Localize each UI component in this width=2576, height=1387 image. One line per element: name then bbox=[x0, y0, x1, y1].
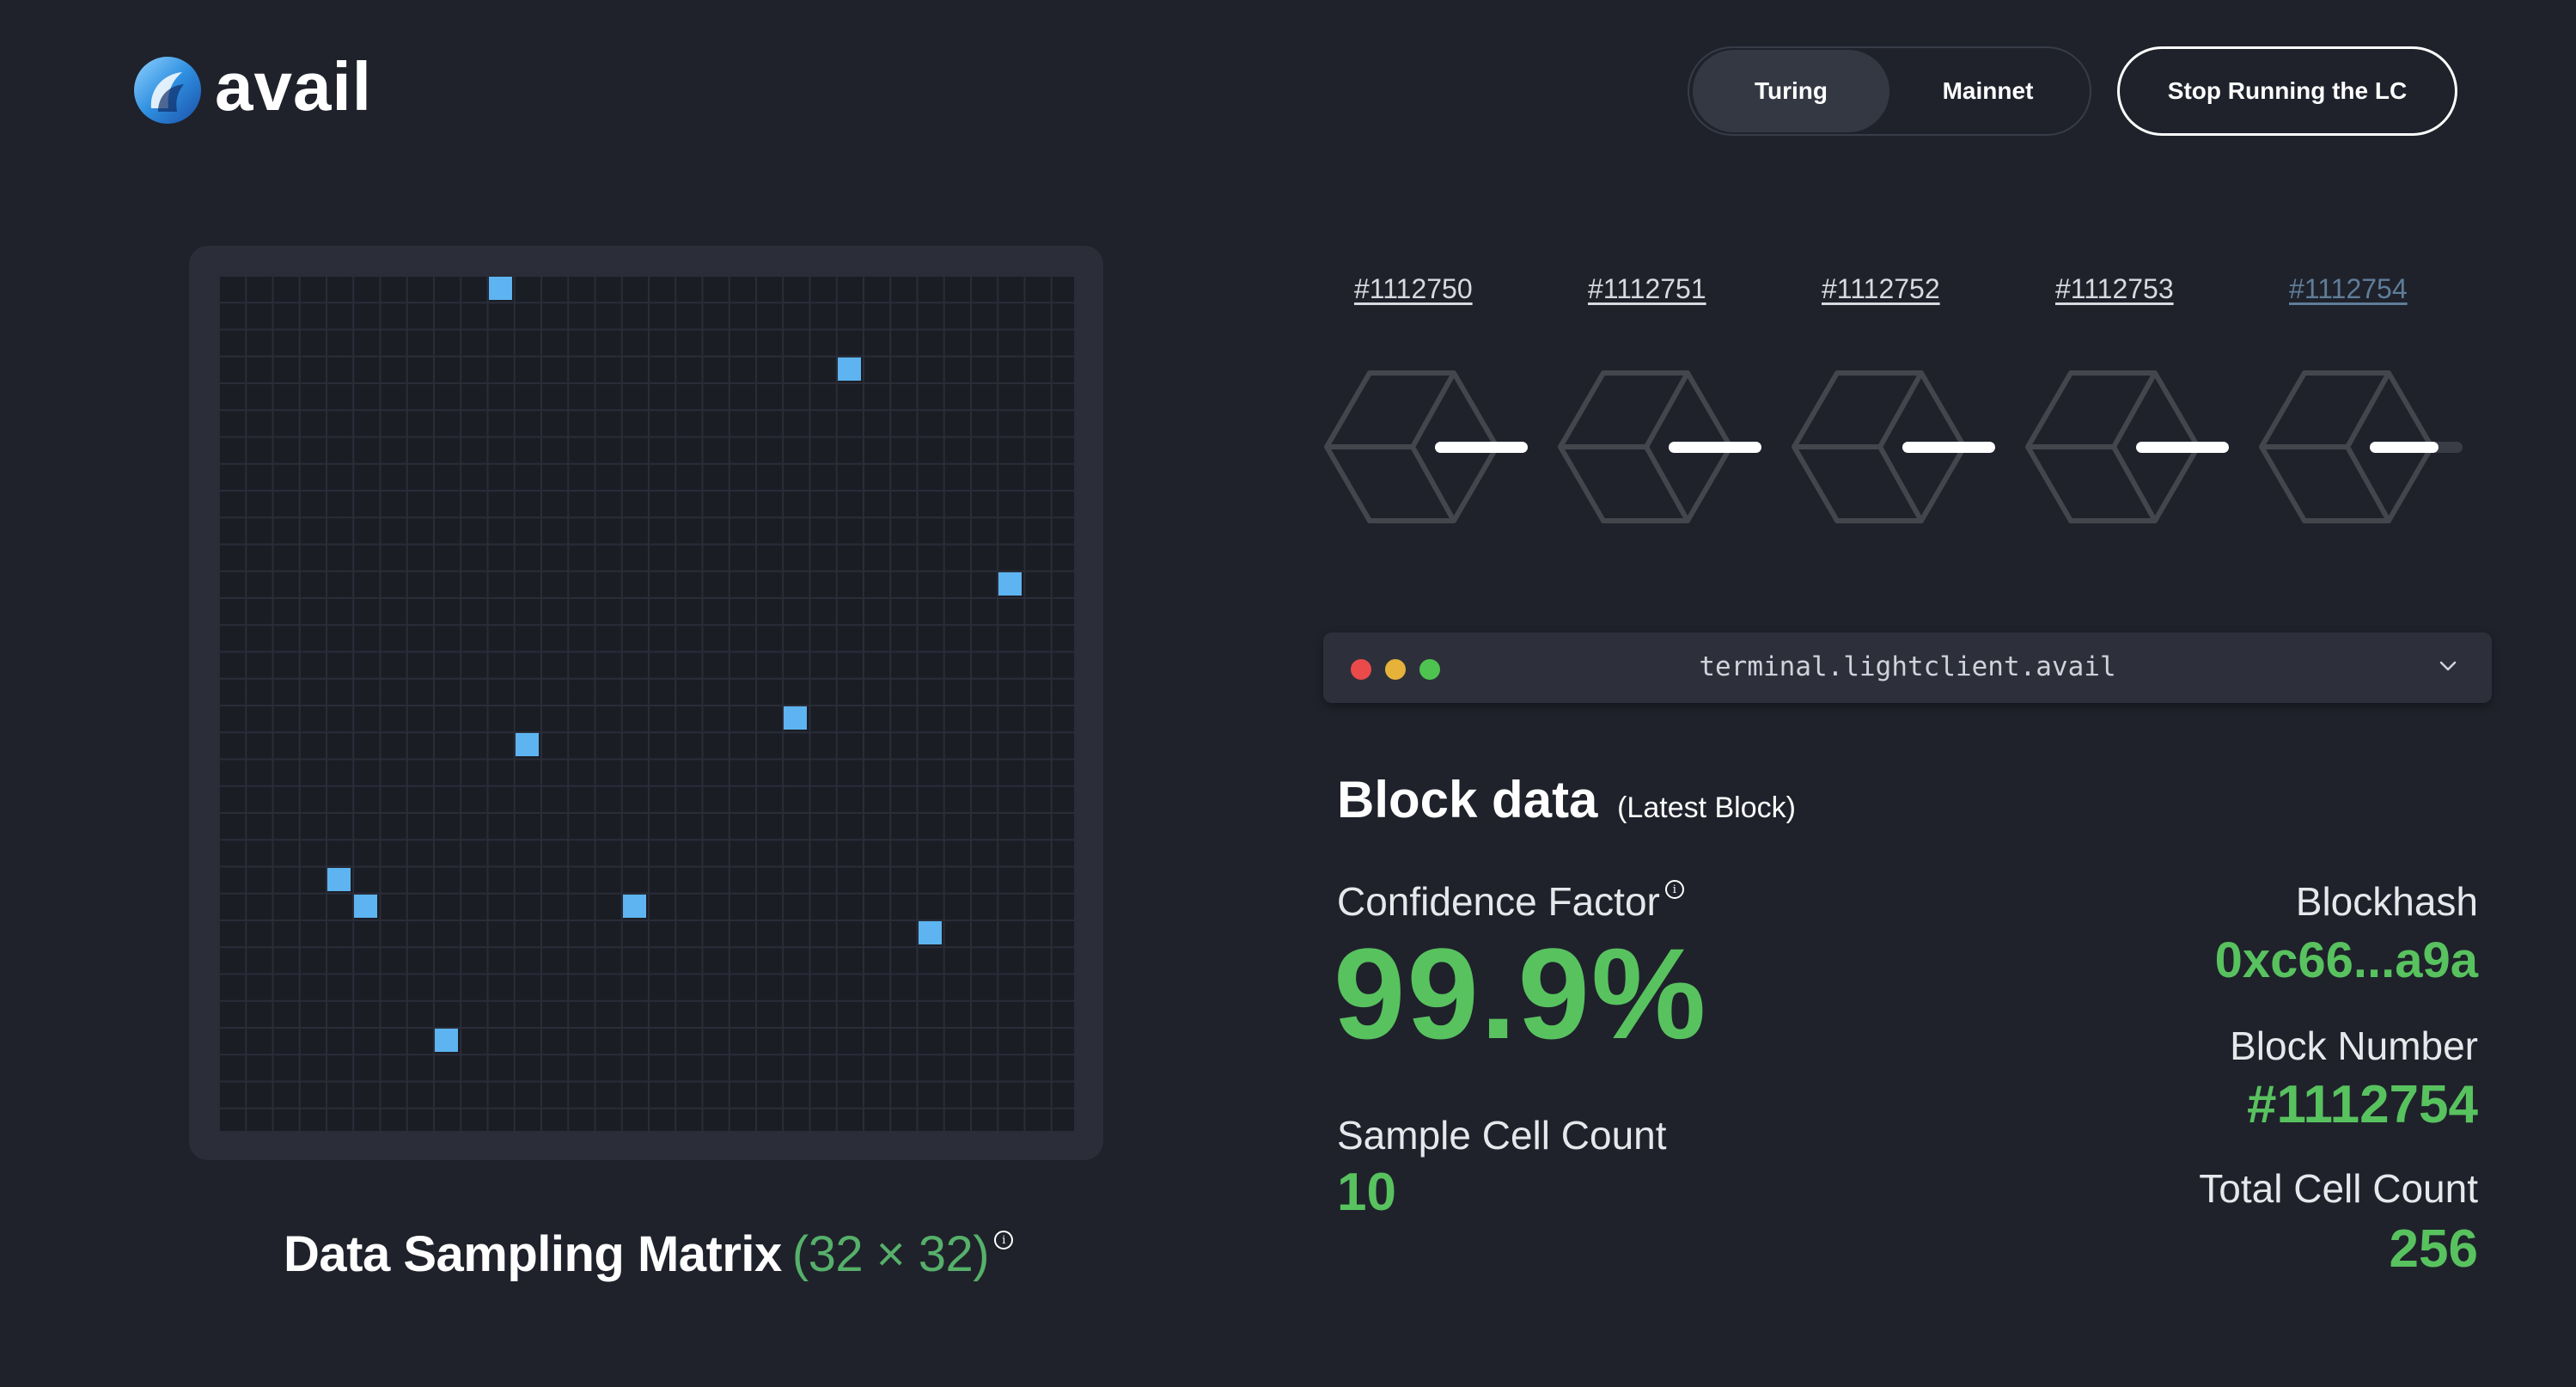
network-toggle[interactable]: Turing Mainnet bbox=[1688, 46, 2091, 136]
block-number-link[interactable]: #1112752 bbox=[1822, 273, 1940, 305]
block-list: #1112750 #1112751 #1112752 #1112753 #1112754 bbox=[1323, 273, 2466, 531]
network-option-turing[interactable]: Turing bbox=[1693, 50, 1889, 132]
info-icon[interactable]: i bbox=[994, 1231, 1014, 1250]
block-progress-fill bbox=[2370, 442, 2439, 453]
sampled-cell bbox=[515, 733, 539, 757]
total-cell-count-value: 256 bbox=[2389, 1219, 2478, 1279]
chevron-down-icon[interactable] bbox=[2435, 653, 2461, 679]
block-data-heading: Block data (Latest Block) bbox=[1337, 770, 1796, 829]
matrix-dimensions: (32 × 32) bbox=[791, 1226, 990, 1282]
block-number-value: #1112754 bbox=[2246, 1075, 2478, 1134]
block-item: #1112751 bbox=[1557, 273, 1763, 531]
info-icon[interactable]: i bbox=[1664, 880, 1684, 899]
logo-text: avail bbox=[215, 48, 372, 125]
block-progress-fill bbox=[1902, 442, 1995, 453]
sampled-cell bbox=[998, 571, 1022, 596]
sampling-matrix-panel bbox=[189, 246, 1103, 1160]
block-item: #1112753 bbox=[2024, 273, 2231, 531]
matrix-caption-title: Data Sampling Matrix bbox=[284, 1226, 782, 1282]
sample-cell-count-label: Sample Cell Count bbox=[1337, 1113, 1667, 1158]
cube-icon bbox=[1792, 370, 1995, 523]
block-number-link[interactable]: #1112750 bbox=[1354, 273, 1473, 305]
terminal-bar[interactable]: terminal.lightclient.avail bbox=[1323, 632, 2492, 703]
sampled-cell bbox=[327, 867, 351, 891]
matrix-caption: Data Sampling Matrix (32 × 32) i bbox=[284, 1225, 1014, 1283]
sample-cell-count-value: 10 bbox=[1337, 1163, 1396, 1222]
cube-icon bbox=[1558, 370, 1761, 523]
confidence-factor-value: 99.9% bbox=[1334, 921, 1708, 1066]
sampled-cell bbox=[918, 921, 942, 944]
sampling-matrix-grid bbox=[217, 273, 1076, 1133]
sampled-cell bbox=[622, 894, 646, 918]
blockhash-value: 0xc66...a9a bbox=[2214, 932, 2478, 988]
avail-logo[interactable]: avail bbox=[132, 48, 372, 125]
block-number-link[interactable]: #1112754 bbox=[2289, 273, 2408, 305]
total-cell-count-label: Total Cell Count bbox=[2199, 1166, 2478, 1211]
cube-icon bbox=[1324, 370, 1528, 523]
block-progress-fill bbox=[1435, 442, 1528, 453]
network-option-mainnet[interactable]: Mainnet bbox=[1889, 50, 2086, 132]
block-progress-fill bbox=[1669, 442, 1761, 453]
avail-logo-icon bbox=[134, 57, 201, 124]
cube-icon bbox=[2025, 370, 2229, 523]
block-progress-fill bbox=[2136, 442, 2229, 453]
sampled-cell bbox=[784, 706, 808, 730]
block-data-title: Block data bbox=[1337, 771, 1598, 828]
cube-icon bbox=[2259, 370, 2463, 523]
sampled-cell bbox=[435, 1029, 458, 1052]
block-item: #1112754 bbox=[2258, 273, 2464, 531]
stop-running-lc-button[interactable]: Stop Running the LC bbox=[2117, 46, 2457, 136]
block-item: #1112752 bbox=[1791, 273, 1997, 531]
blockhash-label: Blockhash bbox=[2295, 879, 2478, 924]
sampled-cell bbox=[488, 277, 512, 300]
block-item: #1112750 bbox=[1323, 273, 1529, 531]
block-number-link[interactable]: #1112751 bbox=[1588, 273, 1706, 305]
block-number-label: Block Number bbox=[2230, 1023, 2478, 1068]
block-number-link[interactable]: #1112753 bbox=[2055, 273, 2174, 305]
terminal-title: terminal.lightclient.avail bbox=[1699, 651, 2116, 682]
sampled-cell bbox=[837, 357, 861, 381]
confidence-factor-label: Confidence Factor i bbox=[1337, 878, 1684, 925]
sampled-cell bbox=[354, 894, 378, 918]
block-data-subtitle: (Latest Block) bbox=[1617, 791, 1796, 824]
confidence-factor-label-text: Confidence Factor bbox=[1337, 879, 1660, 924]
